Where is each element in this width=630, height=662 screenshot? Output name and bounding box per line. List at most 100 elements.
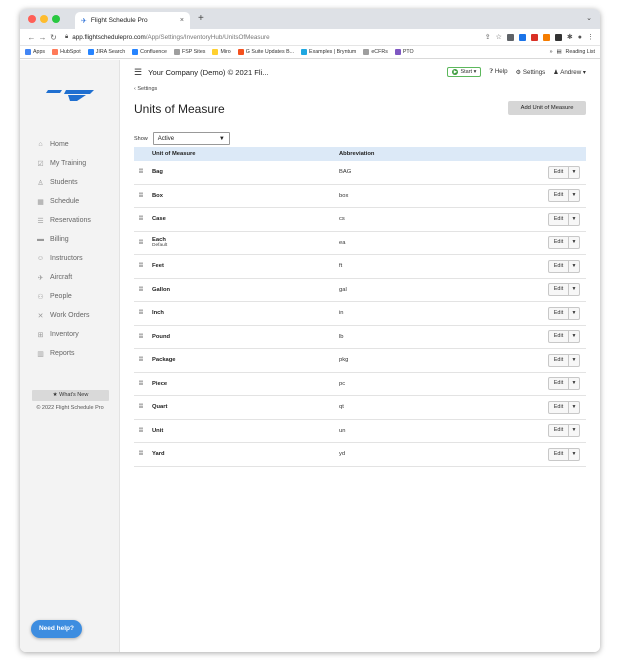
status-filter-select[interactable]: Active ▼: [152, 132, 230, 145]
bookmark-star-icon[interactable]: ☆: [496, 33, 502, 41]
caret-down-icon[interactable]: ▼: [569, 449, 579, 460]
drag-handle-icon[interactable]: ⁞⁞: [134, 357, 152, 363]
sidebar-item-work-orders[interactable]: ✕ Work Orders: [20, 306, 120, 325]
maximize-window-button[interactable]: [52, 15, 60, 23]
drag-handle-icon[interactable]: ⁞⁞: [134, 334, 152, 340]
caret-down-icon[interactable]: ▼: [569, 355, 579, 366]
edit-button[interactable]: Edit: [549, 307, 569, 319]
bookmark-item[interactable]: Miro: [212, 49, 231, 55]
drag-handle-icon[interactable]: ⁞⁞: [134, 216, 152, 222]
bookmark-item[interactable]: Apps: [25, 49, 45, 55]
more-bookmarks-icon[interactable]: »: [550, 49, 553, 55]
edit-button[interactable]: Edit: [549, 401, 569, 413]
edit-button[interactable]: Edit: [549, 166, 569, 178]
back-arrow-icon[interactable]: ←: [26, 33, 37, 42]
extension-icon[interactable]: [542, 33, 550, 41]
bookmark-item[interactable]: JIRA Search: [87, 49, 125, 55]
forward-arrow-icon[interactable]: →: [37, 33, 48, 42]
drag-handle-icon[interactable]: ⁞⁞: [134, 404, 152, 410]
drag-handle-icon[interactable]: ⁞⁞: [134, 310, 152, 316]
tab-search-chevron-icon[interactable]: ⌄: [586, 14, 592, 22]
caret-down-icon[interactable]: ▼: [569, 237, 579, 248]
abbreviation-cell: un: [339, 427, 346, 434]
sidebar-item-my-training[interactable]: ☑ My Training: [20, 154, 120, 173]
extension-icon[interactable]: [554, 33, 562, 41]
caret-down-icon[interactable]: ▼: [569, 190, 579, 201]
whats-new-button[interactable]: ★ What's New: [32, 390, 109, 401]
drag-handle-icon[interactable]: ⁞⁞: [134, 263, 152, 269]
back-to-settings-link[interactable]: ‹ Settings: [134, 86, 157, 92]
abbreviation-cell: pc: [339, 380, 346, 387]
caret-down-icon[interactable]: ▼: [569, 261, 579, 272]
hamburger-menu-icon[interactable]: ☰: [134, 67, 142, 78]
table-row: ⁞⁞ Gallon gal Edit ▼: [134, 279, 586, 302]
edit-button[interactable]: Edit: [549, 378, 569, 390]
drag-handle-icon[interactable]: ⁞⁞: [134, 169, 152, 175]
bookmark-item[interactable]: eCFRs: [363, 49, 388, 55]
edit-button[interactable]: Edit: [549, 448, 569, 460]
close-tab-icon[interactable]: ×: [180, 17, 184, 24]
caret-down-icon[interactable]: ▼: [569, 402, 579, 413]
reload-icon[interactable]: ↻: [48, 33, 59, 42]
sidebar-item-students[interactable]: ♙ Students: [20, 173, 120, 192]
edit-button[interactable]: Edit: [549, 354, 569, 366]
drag-handle-icon[interactable]: ⁞⁞: [134, 287, 152, 293]
user-menu[interactable]: ♟ Andrew ▾: [553, 69, 586, 76]
drag-handle-icon[interactable]: ⁞⁞: [134, 451, 152, 457]
caret-down-icon[interactable]: ▼: [569, 378, 579, 389]
bookmark-item[interactable]: FSP Sites: [173, 49, 205, 55]
edit-button[interactable]: Edit: [549, 284, 569, 296]
need-help-button[interactable]: Need help?: [31, 620, 82, 638]
extension-icon[interactable]: [530, 33, 538, 41]
bookmark-favicon-icon: [394, 49, 401, 55]
unit-name: Pound: [152, 333, 171, 340]
sidebar-item-people[interactable]: ⚇ People: [20, 287, 120, 306]
reading-list-button[interactable]: » ▤ Reading List: [550, 49, 595, 55]
sidebar-item-reports[interactable]: ▥ Reports: [20, 344, 120, 363]
help-link[interactable]: ❓︎ Help: [489, 68, 507, 76]
drag-handle-icon[interactable]: ⁞⁞: [134, 381, 152, 387]
caret-down-icon[interactable]: ▼: [569, 214, 579, 225]
sidebar-item-inventory[interactable]: ⊞ Inventory: [20, 325, 120, 344]
sidebar-item-schedule[interactable]: ▦ Schedule: [20, 192, 120, 211]
profile-avatar-icon[interactable]: ●: [578, 34, 582, 41]
drag-handle-icon[interactable]: ⁞⁞: [134, 193, 152, 199]
bookmark-item[interactable]: Confluence: [132, 49, 167, 55]
top-bar: ☰ Your Company (Demo) © 2021 Fli... ▶ St…: [134, 65, 586, 79]
bookmark-item[interactable]: G Suite Updates B...: [237, 49, 294, 55]
settings-link[interactable]: ⚙ Settings: [516, 69, 546, 76]
edit-button[interactable]: Edit: [549, 260, 569, 272]
extension-icon[interactable]: [506, 33, 514, 41]
edit-button[interactable]: Edit: [549, 425, 569, 437]
sidebar-item-reservations[interactable]: ☰ Reservations: [20, 211, 120, 230]
drag-handle-icon[interactable]: ⁞⁞: [134, 428, 152, 434]
caret-down-icon[interactable]: ▼: [569, 284, 579, 295]
browser-menu-icon[interactable]: ⋮: [587, 33, 594, 41]
share-icon[interactable]: ⇪: [485, 33, 491, 41]
minimize-window-button[interactable]: [40, 15, 48, 23]
url-field[interactable]: 🔒︎ app.flightschedulepro.com/App/Setting…: [65, 34, 485, 41]
bookmark-item[interactable]: HubSpot: [52, 49, 81, 55]
bookmark-item[interactable]: PTO: [394, 49, 414, 55]
edit-button[interactable]: Edit: [549, 331, 569, 343]
close-window-button[interactable]: [28, 15, 36, 23]
caret-down-icon[interactable]: ▼: [569, 331, 579, 342]
extensions-puzzle-icon[interactable]: ✱: [567, 33, 573, 41]
bookmark-item[interactable]: Examples | Bryntum: [301, 49, 356, 55]
drag-handle-icon[interactable]: ⁞⁞: [134, 240, 152, 246]
sidebar-item-aircraft[interactable]: ✈ Aircraft: [20, 268, 120, 287]
browser-tab[interactable]: ✈ Flight Schedule Pro ×: [75, 12, 190, 29]
caret-down-icon[interactable]: ▼: [569, 425, 579, 436]
caret-down-icon[interactable]: ▼: [569, 308, 579, 319]
edit-button[interactable]: Edit: [549, 237, 569, 249]
sidebar-item-billing[interactable]: ▬ Billing: [20, 230, 120, 249]
start-button[interactable]: ▶ Start ▾: [447, 67, 482, 77]
edit-button[interactable]: Edit: [549, 190, 569, 202]
caret-down-icon[interactable]: ▼: [569, 167, 579, 178]
edit-button[interactable]: Edit: [549, 213, 569, 225]
extension-icon[interactable]: [518, 33, 526, 41]
new-tab-icon[interactable]: +: [198, 13, 204, 24]
add-unit-of-measure-button[interactable]: Add Unit of Measure: [508, 101, 586, 115]
sidebar-item-home[interactable]: ⌂ Home: [20, 135, 120, 154]
sidebar-item-instructors[interactable]: ☺ Instructors: [20, 249, 120, 268]
